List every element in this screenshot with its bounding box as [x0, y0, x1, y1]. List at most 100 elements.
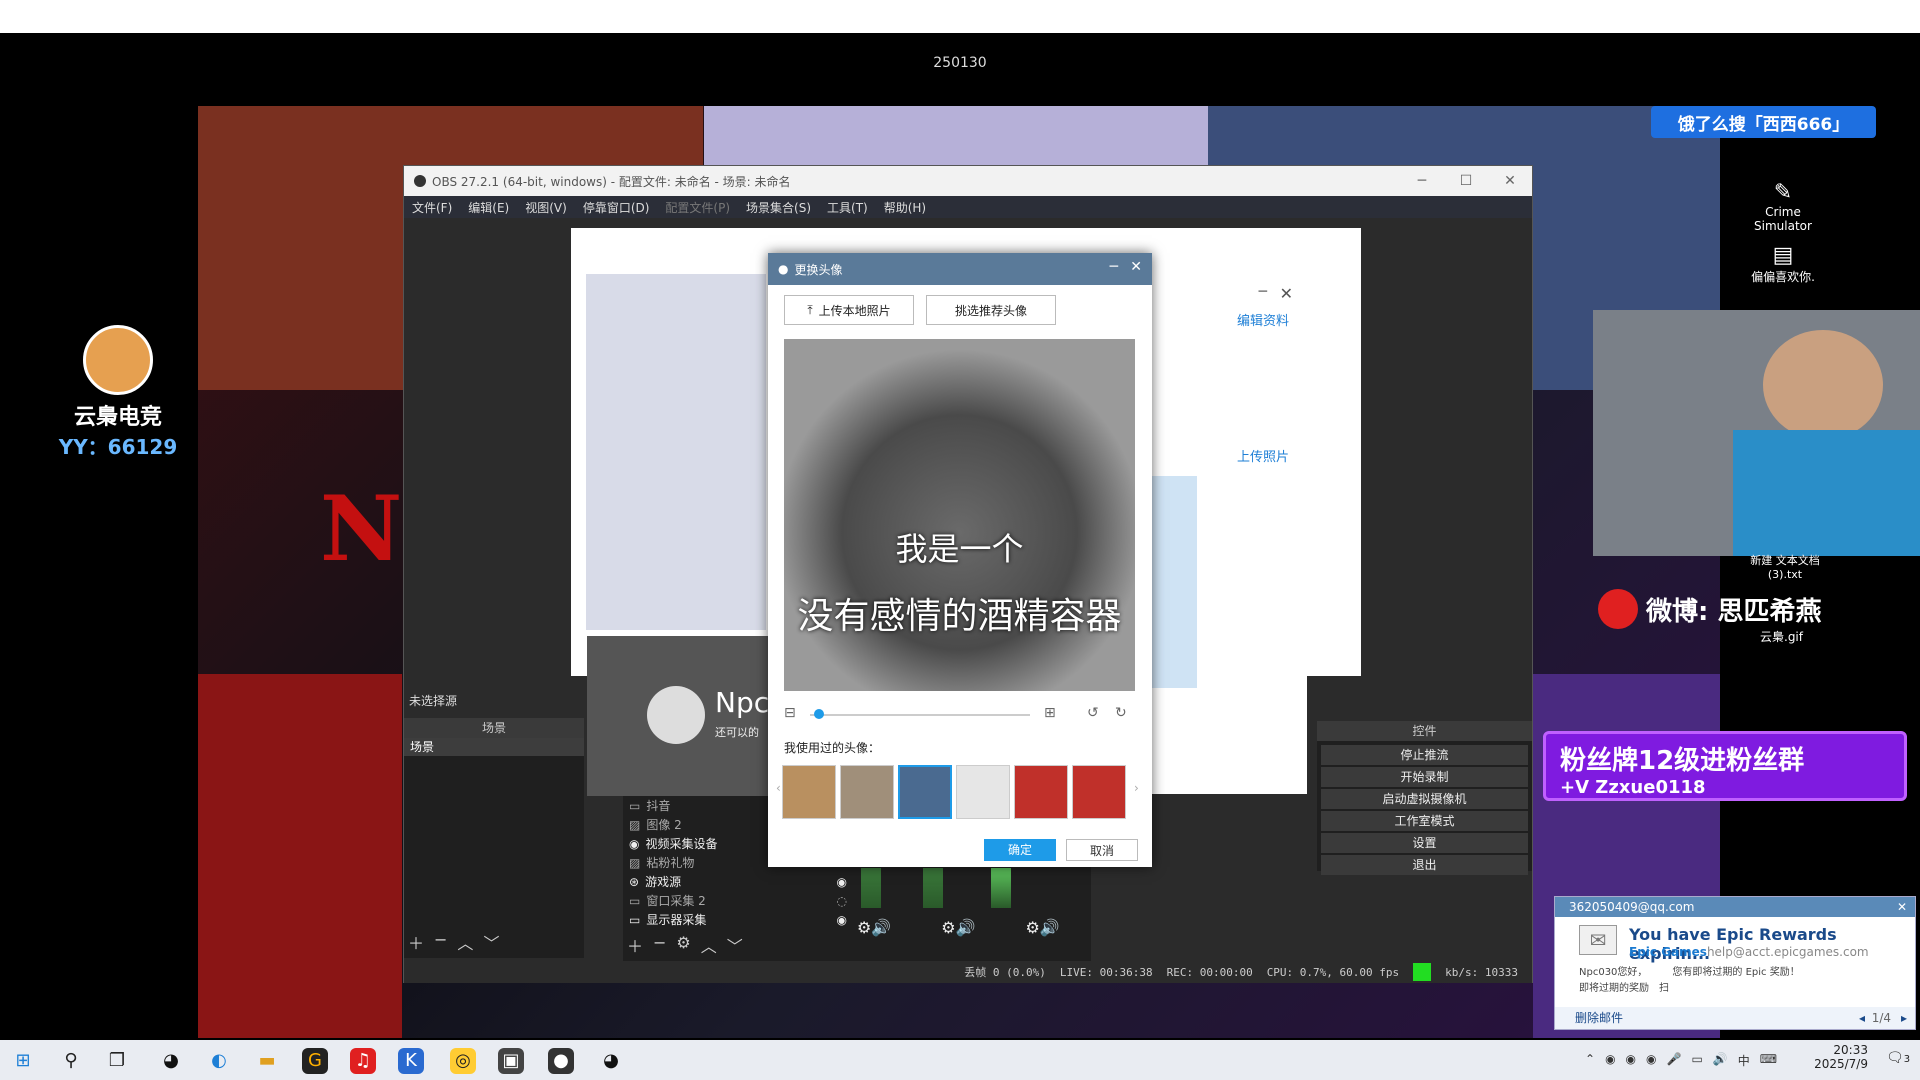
source-row[interactable]: ⊛ 游戏源 ◉ — [623, 872, 853, 891]
history-avatar[interactable] — [956, 765, 1010, 819]
move-down-icon[interactable]: ﹀ — [727, 933, 743, 957]
chevron-left-icon[interactable]: ‹ — [776, 781, 781, 795]
notification-icon[interactable]: 🗨3 — [1886, 1050, 1910, 1066]
menu-profile[interactable]: 配置文件(P) — [665, 199, 730, 216]
microphone-icon[interactable]: 🎤 — [1667, 1052, 1682, 1069]
minimize-icon[interactable]: ─ — [1110, 259, 1118, 275]
remove-scene-icon[interactable]: − — [434, 930, 447, 954]
menu-help[interactable]: 帮助(H) — [884, 199, 926, 216]
add-scene-icon[interactable]: ＋ — [408, 930, 424, 954]
chevron-up-icon[interactable]: ⌃ — [1585, 1052, 1595, 1069]
menu-docks[interactable]: 停靠窗口(D) — [583, 199, 650, 216]
owl-mascot-icon — [83, 325, 153, 395]
close-icon[interactable]: ✕ — [1280, 284, 1293, 303]
upload-local-photo-button[interactable]: ⤒ 上传本地照片 — [784, 295, 914, 325]
maximize-button[interactable]: ☐ — [1444, 166, 1488, 196]
edge-icon[interactable]: ◐ — [206, 1048, 232, 1074]
menu-file[interactable]: 文件(F) — [412, 199, 452, 216]
stream-id-label: 250130 — [933, 55, 987, 71]
scene-item[interactable]: 场景 — [404, 738, 584, 756]
app-icon[interactable]: G — [302, 1048, 328, 1074]
edit-profile-link[interactable]: 编辑资料 — [1237, 310, 1289, 329]
task-view-icon[interactable]: ❐ — [104, 1048, 130, 1074]
history-avatar-selected[interactable] — [898, 765, 952, 819]
visibility-eye-icon[interactable]: ◉ — [837, 875, 847, 889]
qq-icon[interactable]: ◕ — [158, 1048, 184, 1074]
ime-indicator[interactable]: 中 — [1738, 1052, 1750, 1069]
delete-mail-link[interactable]: 删除邮件 — [1575, 1011, 1623, 1025]
remove-source-icon[interactable]: − — [653, 933, 666, 957]
history-avatar[interactable] — [1014, 765, 1068, 819]
preview-manga-panel — [586, 274, 766, 630]
gear-speaker-icon[interactable]: ⚙🔊 — [941, 918, 975, 937]
windows-start-icon[interactable]: ⊞ — [10, 1048, 36, 1074]
menu-scene-collection[interactable]: 场景集合(S) — [746, 199, 811, 216]
desktop-icon[interactable]: ▤ 偏偏喜欢你. — [1748, 243, 1818, 285]
search-icon[interactable]: ⚲ — [58, 1048, 84, 1074]
tray-app-icon[interactable]: ◉ — [1626, 1052, 1636, 1069]
desktop-icon[interactable]: 新建 文本文档 (3).txt — [1740, 552, 1830, 581]
menu-edit[interactable]: 编辑(E) — [468, 199, 509, 216]
rotate-right-icon[interactable]: ↻ — [1115, 705, 1127, 721]
zoom-out-icon[interactable]: ⊟ — [784, 705, 796, 721]
avatar-crop-area[interactable]: 我是一个 没有感情的酒精容器 — [784, 339, 1135, 691]
gear-speaker-icon[interactable]: ⚙🔊 — [1026, 918, 1060, 937]
history-avatar[interactable] — [1072, 765, 1126, 819]
tray-app-icon[interactable]: ◉ — [1605, 1052, 1615, 1069]
upload-photo-link[interactable]: 上传照片 — [1237, 446, 1289, 465]
clock[interactable]: 20:33 2025/7/9 — [1796, 1043, 1868, 1071]
source-row[interactable]: ▭ 显示器采集 ◉ — [623, 910, 853, 929]
rotate-left-icon[interactable]: ↺ — [1087, 705, 1099, 721]
menu-tools[interactable]: 工具(T) — [827, 199, 868, 216]
game-app-icon[interactable]: ▣ — [498, 1048, 524, 1074]
qq-icon[interactable]: ◕ — [598, 1048, 624, 1074]
virtual-camera-button[interactable]: 启动虚拟摄像机 — [1321, 789, 1528, 809]
source-label: 图像 2 — [646, 818, 682, 832]
chevron-right-icon[interactable]: ▸ — [1901, 1007, 1907, 1029]
tray-app-icon[interactable]: ◉ — [1646, 1052, 1656, 1069]
desktop-icon[interactable]: ✎ Crime Simulator — [1748, 180, 1818, 233]
confirm-button[interactable]: 确定 — [984, 839, 1056, 861]
window-icon: ▭ — [629, 893, 641, 908]
history-avatar[interactable] — [782, 765, 836, 819]
move-up-icon[interactable]: ︿ — [701, 933, 717, 957]
move-up-icon[interactable]: ︿ — [457, 930, 473, 954]
source-row[interactable]: ▭ 窗口采集 2 ◌ — [623, 891, 853, 910]
zoom-slider-track[interactable] — [810, 714, 1030, 716]
chevron-left-icon[interactable]: ◂ — [1859, 1007, 1865, 1029]
close-icon[interactable]: ✕ — [1897, 897, 1907, 917]
zoom-in-icon[interactable]: ⊞ — [1044, 705, 1056, 721]
volume-icon[interactable]: 🔊 — [1713, 1052, 1728, 1069]
folder-icon[interactable]: ▬ — [254, 1048, 280, 1074]
mail-notification[interactable]: 362050409@qq.com ✕ ✉ You have Epic Rewar… — [1554, 896, 1916, 1030]
exit-button[interactable]: 退出 — [1321, 855, 1528, 875]
studio-mode-button[interactable]: 工作室模式 — [1321, 811, 1528, 831]
minimize-icon[interactable]: ─ — [1259, 284, 1267, 300]
obs-taskbar-icon[interactable]: ● — [548, 1048, 574, 1074]
menu-view[interactable]: 视图(V) — [525, 199, 567, 216]
visibility-eye-icon[interactable]: ◌ — [837, 894, 847, 908]
minimize-button[interactable]: ─ — [1400, 166, 1444, 196]
kugou-icon[interactable]: K — [398, 1048, 424, 1074]
move-down-icon[interactable]: ﹀ — [483, 930, 499, 954]
network-icon[interactable]: ▭ — [1691, 1052, 1702, 1069]
close-icon[interactable]: ✕ — [1130, 259, 1142, 275]
pick-recommended-button[interactable]: 挑选推荐头像 — [926, 295, 1056, 325]
chevron-right-icon[interactable]: › — [1134, 781, 1139, 795]
keyboard-icon[interactable]: ⌨ — [1760, 1052, 1777, 1069]
gear-speaker-icon[interactable]: ⚙🔊 — [857, 918, 891, 937]
netease-music-icon[interactable]: ♫ — [350, 1048, 376, 1074]
history-avatar[interactable] — [840, 765, 894, 819]
settings-button[interactable]: 设置 — [1321, 833, 1528, 853]
owl-app-icon[interactable]: ◎ — [450, 1048, 476, 1074]
stop-streaming-button[interactable]: 停止推流 — [1321, 745, 1528, 765]
cancel-button[interactable]: 取消 — [1066, 839, 1138, 861]
desktop-icon[interactable]: 云梟.gif — [1760, 628, 1803, 645]
avatar[interactable] — [647, 686, 705, 744]
visibility-eye-icon[interactable]: ◉ — [837, 913, 847, 927]
start-recording-button[interactable]: 开始录制 — [1321, 767, 1528, 787]
close-button[interactable]: ✕ — [1488, 166, 1532, 196]
zoom-slider-handle[interactable] — [814, 709, 825, 719]
add-source-icon[interactable]: ＋ — [627, 933, 643, 957]
gear-icon[interactable]: ⚙ — [676, 933, 690, 957]
